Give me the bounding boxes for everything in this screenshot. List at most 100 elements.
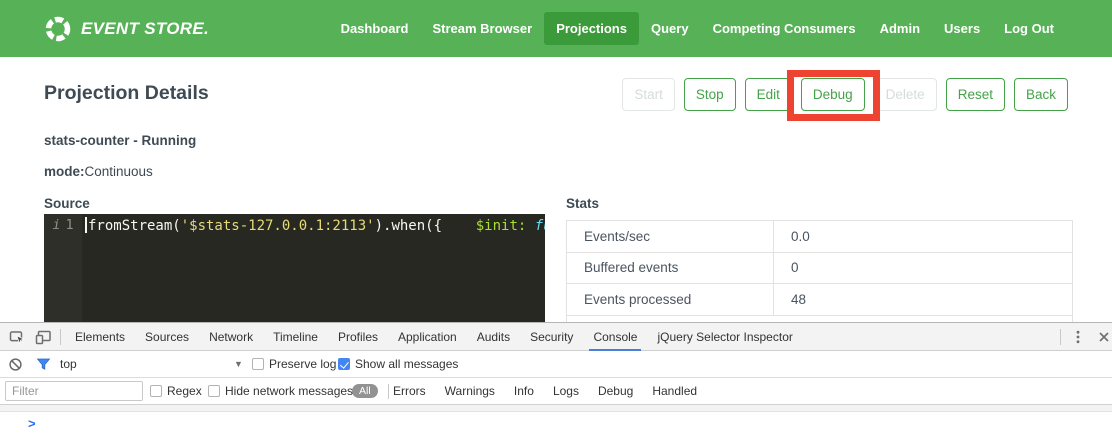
start-button-wrap: Start [622, 78, 675, 111]
projection-status: stats-counter - Running [44, 133, 196, 148]
hide-network-checkbox[interactable]: Hide network messages [208, 378, 353, 404]
console-filter-info[interactable]: Info [514, 384, 534, 398]
brand[interactable]: EVENT STORE. [44, 15, 209, 43]
nav-items: DashboardStream BrowserProjectionsQueryC… [329, 12, 1066, 45]
stats-row-buffered-events: Buffered events0 [567, 253, 1072, 285]
frame-selector[interactable]: top [60, 351, 77, 377]
devtools-tab-network[interactable]: Network [199, 323, 263, 350]
devtools-tab-console[interactable]: Console [583, 323, 647, 350]
tabbar-divider [60, 329, 61, 345]
devtools-tab-sources[interactable]: Sources [135, 323, 199, 350]
edit-button-wrap: Edit [745, 78, 792, 111]
back-button[interactable]: Back [1014, 78, 1068, 111]
delete-button: Delete [874, 78, 937, 111]
code-segment-plain: fromStream( [88, 218, 181, 234]
devtools-panel: ElementsSourcesNetworkTimelineProfilesAp… [0, 322, 1112, 440]
nav-item-query[interactable]: Query [639, 12, 701, 45]
filter-icon[interactable] [36, 351, 51, 377]
hide-network-label: Hide network messages [225, 384, 353, 398]
devtools-tab-profiles[interactable]: Profiles [328, 323, 388, 350]
devtools-tab-audits[interactable]: Audits [467, 323, 520, 350]
stats-value: 0.0 [774, 221, 810, 252]
nav-item-dashboard[interactable]: Dashboard [329, 12, 421, 45]
stats-label: Events processed [567, 284, 774, 315]
nav-item-log-out[interactable]: Log Out [992, 12, 1066, 45]
regex-checkbox[interactable]: Regex [150, 378, 202, 404]
devtools-menu-icon[interactable] [1065, 323, 1091, 350]
devtools-close-icon[interactable] [1091, 323, 1112, 350]
delete-button-wrap: Delete [874, 78, 937, 111]
console-filter-errors[interactable]: Errors [393, 384, 426, 398]
mode-line: mode:Continuous [44, 164, 153, 179]
clear-console-icon[interactable] [8, 351, 23, 377]
checkbox-box[interactable] [338, 358, 350, 370]
brand-name: EVENT STORE. [81, 19, 209, 39]
show-all-messages-checkbox[interactable]: Show all messages [338, 351, 458, 377]
inspect-element-icon[interactable] [4, 323, 30, 350]
devtools-tab-jquery-selector-inspector[interactable]: jQuery Selector Inspector [647, 323, 802, 350]
devtools-tabs: ElementsSourcesNetworkTimelineProfilesAp… [65, 323, 803, 350]
stop-button-wrap: Stop [684, 78, 736, 111]
devtools-tab-application[interactable]: Application [388, 323, 467, 350]
edit-button[interactable]: Edit [745, 78, 792, 111]
chevron-down-icon[interactable]: ▼ [234, 351, 243, 377]
mode-value: Continuous [85, 164, 153, 179]
code-segment-type: fu [535, 218, 545, 234]
start-button: Start [622, 78, 675, 111]
stats-table: Events/sec0.0Buffered events0Events proc… [566, 220, 1073, 328]
stop-button[interactable]: Stop [684, 78, 736, 111]
nav-item-competing-consumers[interactable]: Competing Consumers [701, 12, 868, 45]
device-toolbar-icon[interactable] [30, 323, 56, 350]
nav-item-admin[interactable]: Admin [868, 12, 932, 45]
console-prompt-chevron[interactable]: > [28, 416, 36, 431]
stats-row-events-processed: Events processed48 [567, 284, 1072, 316]
nav-item-projections[interactable]: Projections [544, 12, 639, 45]
devtools-tabbar: ElementsSourcesNetworkTimelineProfilesAp… [0, 323, 1112, 351]
reset-button-wrap: Reset [946, 78, 1005, 111]
stats-label: Events/sec [567, 221, 774, 252]
devtools-tab-timeline[interactable]: Timeline [263, 323, 328, 350]
filter-levels: Errors Warnings Info Logs Debug Handled [393, 378, 697, 404]
code-segment-keyword: $init: [476, 218, 527, 234]
code-segment-plain: ).when({ [375, 218, 442, 234]
console-separator-strip [0, 405, 1112, 412]
navbar: EVENT STORE. DashboardStream BrowserProj… [0, 0, 1112, 57]
tabbar-right-divider [1060, 329, 1061, 345]
action-buttons: Start Stop Edit Debug Delete Reset Back [622, 78, 1068, 111]
show-all-messages-label: Show all messages [355, 357, 458, 371]
console-filter-input[interactable] [5, 381, 143, 401]
preserve-log-label: Preserve log [269, 357, 336, 371]
editor-caret [85, 217, 87, 233]
nav-item-users[interactable]: Users [932, 12, 992, 45]
stats-value: 48 [774, 284, 806, 315]
filterbar-divider [388, 384, 389, 399]
stats-value: 0 [774, 253, 799, 284]
stats-heading: Stats [566, 196, 599, 211]
preserve-log-checkbox[interactable]: Preserve log [252, 351, 336, 377]
console-filter-debug[interactable]: Debug [598, 384, 633, 398]
console-filter-logs[interactable]: Logs [553, 384, 579, 398]
console-filter-warnings[interactable]: Warnings [445, 384, 495, 398]
code-segment-plain [442, 218, 476, 234]
regex-label: Regex [167, 384, 202, 398]
console-filterbar: Regex Hide network messages All Errors Wa… [0, 378, 1112, 405]
checkbox-box[interactable] [252, 358, 264, 370]
debug-button[interactable]: Debug [801, 78, 865, 111]
console-toolbar: top ▼ Preserve log Show all messages [0, 351, 1112, 378]
tabbar-right-controls [1056, 323, 1112, 350]
checkbox-box[interactable] [150, 385, 162, 397]
stats-row-events-sec: Events/sec0.0 [567, 221, 1072, 253]
console-output-area[interactable]: > [0, 412, 1112, 440]
source-heading: Source [44, 196, 90, 211]
debug-button-wrap: Debug [801, 78, 865, 111]
console-filter-handled[interactable]: Handled [652, 384, 697, 398]
checkbox-box[interactable] [208, 385, 220, 397]
back-button-wrap: Back [1014, 78, 1068, 111]
devtools-tab-elements[interactable]: Elements [65, 323, 135, 350]
mode-label: mode: [44, 164, 85, 179]
devtools-tab-security[interactable]: Security [520, 323, 583, 350]
code-line: fromStream('$stats-127.0.0.1:2113').when… [88, 217, 545, 235]
nav-item-stream-browser[interactable]: Stream Browser [420, 12, 544, 45]
reset-button[interactable]: Reset [946, 78, 1005, 111]
filter-level-all[interactable]: All [352, 378, 378, 404]
